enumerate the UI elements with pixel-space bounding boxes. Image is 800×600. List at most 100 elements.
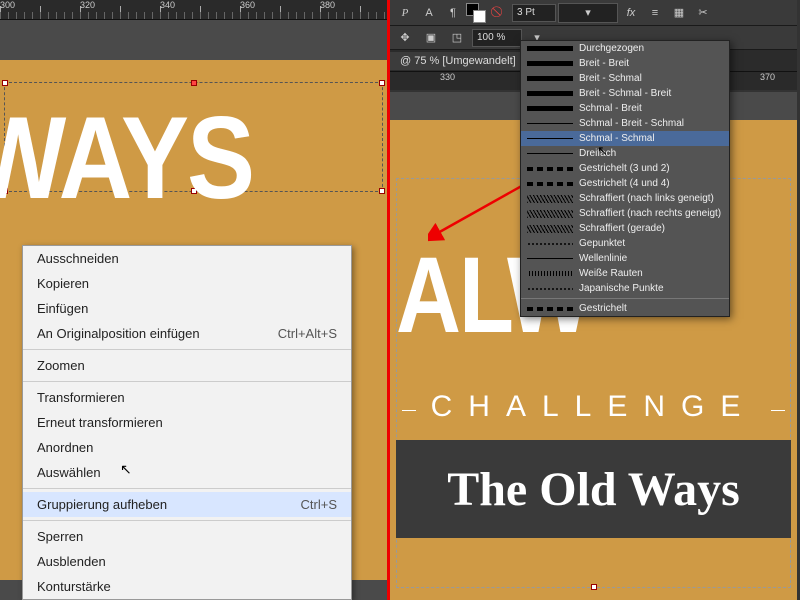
stroke-style-option[interactable]: Schmal - Breit - Schmal [521,116,729,131]
no-fill-icon[interactable]: ⃠ [488,3,510,23]
menu-item-label: Gruppierung aufheben [37,497,167,512]
menu-separator [23,381,351,382]
stroke-swatch-icon [527,240,573,248]
stroke-style-option[interactable]: Japanische Punkte [521,281,729,296]
menu-item[interactable]: Transformieren [23,385,351,410]
stroke-style-label: Gepunktet [579,238,625,249]
headline-ways: WAYS [0,91,253,226]
stroke-style-option[interactable]: Dreifach [521,146,729,161]
menu-item-label: Ausschneiden [37,251,119,266]
menu-item[interactable]: Kopieren [23,271,351,296]
menu-item[interactable]: Konturstärke [23,574,351,599]
dark-band: The Old Ways [396,440,791,538]
stroke-swatch-icon [527,180,573,188]
stroke-style-label: Schraffiert (nach rechts geneigt) [579,208,721,219]
wrap-icon[interactable]: ▣ [420,28,442,48]
menu-item-label: Erneut transformieren [37,415,163,430]
stroke-style-option[interactable]: Breit - Schmal [521,71,729,86]
stroke-style-label: Breit - Schmal [579,73,642,84]
menu-item[interactable]: Anordnen [23,435,351,460]
handle-bottom-right[interactable] [379,188,385,194]
stroke-swatch-icon [527,60,573,68]
crop-icon[interactable]: ✂ [692,3,714,23]
stroke-style-option[interactable]: Gestrichelt (4 und 4) [521,176,729,191]
ruler-tick: 330 [440,72,455,82]
dropdown-separator [521,298,729,299]
menu-separator [23,349,351,350]
stroke-style-label: Gestrichelt (3 und 2) [579,163,670,174]
cursor-icon: ↖ [597,143,608,159]
ruler-tick: 370 [760,72,775,82]
handle-bottom-center[interactable] [591,584,597,590]
stroke-style-option[interactable]: Gestrichelt [521,301,729,316]
stroke-style-option[interactable]: Breit - Schmal - Breit [521,86,729,101]
stroke-style-option[interactable]: Gestrichelt (3 und 2) [521,161,729,176]
stroke-style-label: Wellenlinie [579,253,627,264]
type-tool-icon[interactable]: P [394,3,416,23]
menu-item[interactable]: Ausblenden [23,549,351,574]
stroke-style-option[interactable]: Durchgezogen [521,41,729,56]
stroke-style-option[interactable]: Schmal - Schmal [521,131,729,146]
color-swatch[interactable] [466,3,486,23]
ruler-tick: 380 [320,0,335,10]
menu-item[interactable]: Einfügen [23,296,351,321]
opacity-field[interactable] [472,29,522,47]
char-panel-icon[interactable]: A [418,3,440,23]
stroke-style-option[interactable]: Schraffiert (gerade) [521,221,729,236]
stroke-style-dropdown-trigger[interactable]: ▾ [558,3,618,23]
menu-item[interactable]: Zoomen [23,353,351,378]
stroke-swatch-icon [527,75,573,83]
menu-item-shortcut: Ctrl+Alt+S [278,326,337,341]
menu-item-label: Transformieren [37,390,125,405]
menu-item[interactable]: An Originalposition einfügen Ctrl+Alt+S [23,321,351,346]
menu-item[interactable]: Gruppierung aufhebenCtrl+S [23,492,351,517]
distribute-icon[interactable]: ▦ [668,3,690,23]
stroke-style-option[interactable]: Schraffiert (nach rechts geneigt) [521,206,729,221]
anchor-icon[interactable]: ✥ [394,28,416,48]
stroke-swatch-icon [527,225,573,233]
handle-top-left[interactable] [2,80,8,86]
stroke-style-option[interactable]: Weiße Rauten [521,266,729,281]
menu-separator [23,488,351,489]
ruler-horizontal-left[interactable]: 300 320 340 360 380 [0,0,387,20]
stroke-style-label: Schraffiert (gerade) [579,223,665,234]
stroke-swatch-icon [527,210,573,218]
menu-item[interactable]: Erneut transformieren [23,410,351,435]
stroke-swatch-icon [527,45,573,53]
right-panel: P A ¶ ⃠ ▾ fx ≡ ▦ ✂ ✥ ▣ ◳ ▾ @ 75 % [Umgew… [390,0,797,600]
ruler-tick: 360 [240,0,255,10]
stroke-style-label: Weiße Rauten [579,268,643,279]
stroke-swatch-icon [527,195,573,203]
stroke-style-label: Breit - Breit [579,58,629,69]
stroke-weight-field[interactable] [512,4,556,22]
stroke-swatch-icon [527,150,573,158]
stroke-style-option[interactable]: Gepunktet [521,236,729,251]
menu-item[interactable]: Auswählen [23,460,351,485]
document-tab[interactable]: @ 75 % [Umgewandelt] [390,52,527,70]
stroke-style-option[interactable]: Breit - Breit [521,56,729,71]
stroke-style-option[interactable]: Schmal - Breit [521,101,729,116]
stroke-swatch-icon [527,255,573,263]
cursor-icon: ↖ [120,461,132,478]
para-panel-icon[interactable]: ¶ [442,3,464,23]
corner-icon[interactable]: ◳ [446,28,468,48]
stroke-swatch-icon [527,105,573,113]
stroke-swatch-icon [527,120,573,128]
handle-top-center[interactable] [191,80,197,86]
stroke-style-label: Schmal - Breit [579,103,642,114]
menu-item-label: An Originalposition einfügen [37,326,200,341]
stroke-style-option[interactable]: Schraffiert (nach links geneigt) [521,191,729,206]
menu-item-label: Anordnen [37,440,93,455]
menu-item[interactable]: Ausschneiden [23,246,351,271]
ruler-tick: 320 [80,0,95,10]
menu-item[interactable]: Sperren [23,524,351,549]
fx-icon[interactable]: fx [620,3,642,23]
stroke-swatch-icon [527,270,573,278]
handle-top-right[interactable] [379,80,385,86]
stroke-style-label: Breit - Schmal - Breit [579,88,671,99]
menu-item-label: Ausblenden [37,554,106,569]
stroke-style-label: Japanische Punkte [579,283,664,294]
stroke-style-option[interactable]: Wellenlinie [521,251,729,266]
align-icon[interactable]: ≡ [644,3,666,23]
stroke-swatch-icon [527,285,573,293]
